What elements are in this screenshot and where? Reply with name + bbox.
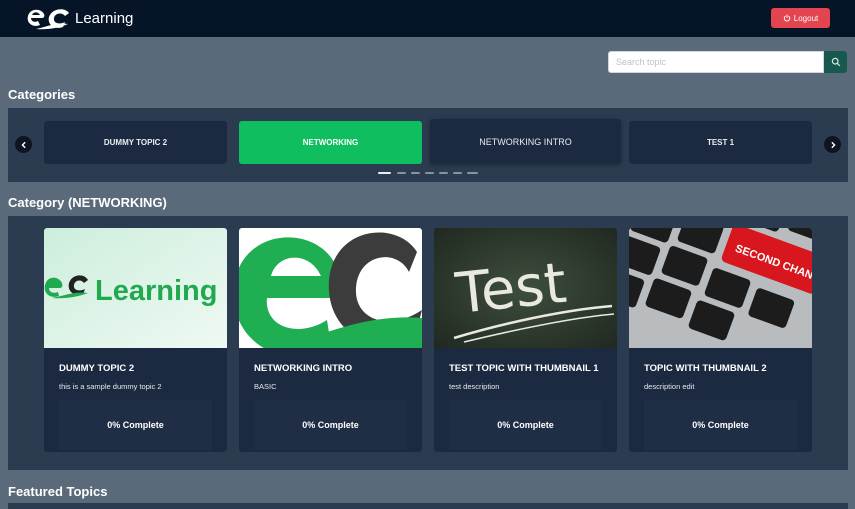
- topic-card[interactable]: Test TEST TOPIC WITH THUMBNAIL 1 test de…: [434, 228, 617, 452]
- carousel-next-button[interactable]: [824, 136, 841, 153]
- topic-title: DUMMY TOPIC 2: [59, 363, 135, 374]
- topic-card[interactable]: SECOND CHANCE TOPIC WITH THUMBNAIL 2 des…: [629, 228, 812, 452]
- carousel-dot[interactable]: [425, 172, 434, 174]
- search-input[interactable]: [608, 51, 824, 73]
- chalkboard-test-image: Test: [434, 228, 617, 348]
- category-label: TEST 1: [706, 138, 735, 147]
- brand-title: Learning: [75, 10, 134, 27]
- topic-card[interactable]: NETWORKING INTRO BASIC 0% Complete: [239, 228, 422, 452]
- category-card[interactable]: TEST 1: [629, 121, 812, 164]
- top-navbar: Learning Logout: [0, 0, 855, 37]
- topic-progress: 0% Complete: [644, 400, 797, 450]
- topic-card[interactable]: Learning DUMMY TOPIC 2 this is a sample …: [44, 228, 227, 452]
- topic-description: BASIC: [254, 382, 277, 391]
- ec-logo-icon[interactable]: [25, 6, 71, 31]
- featured-heading: Featured Topics: [8, 484, 108, 499]
- category-heading: Category (NETWORKING): [8, 195, 167, 210]
- thumbnail-text: Learning: [95, 275, 217, 307]
- search-icon: [831, 57, 840, 67]
- category-label: NETWORKING INTRO: [479, 136, 572, 147]
- carousel-dot[interactable]: [439, 172, 448, 174]
- chevron-right-icon: [830, 141, 836, 148]
- topic-description: description edit: [644, 382, 695, 391]
- topic-description: this is a sample dummy topic 2: [59, 382, 162, 391]
- category-label: NETWORKING: [302, 138, 359, 147]
- logout-button[interactable]: Logout: [771, 8, 830, 28]
- topic-progress: 0% Complete: [254, 400, 407, 450]
- carousel-prev-button[interactable]: [15, 136, 32, 153]
- topic-progress: 0% Complete: [449, 400, 602, 450]
- logout-label: Logout: [793, 13, 819, 23]
- topic-title: TEST TOPIC WITH THUMBNAIL 1: [449, 363, 599, 374]
- topic-progress: 0% Complete: [59, 400, 212, 450]
- carousel-dot[interactable]: [411, 172, 420, 174]
- ec-logo-closeup-image: [239, 228, 422, 348]
- category-card[interactable]: DUMMY TOPIC 2: [44, 121, 227, 164]
- category-card[interactable]: NETWORKING INTRO: [430, 119, 621, 164]
- carousel-dot[interactable]: [453, 172, 462, 174]
- chevron-left-icon: [20, 141, 26, 148]
- second-chance-keyboard-image: SECOND CHANCE: [629, 228, 812, 348]
- carousel-dot[interactable]: [467, 172, 478, 174]
- category-label: DUMMY TOPIC 2: [103, 138, 168, 147]
- ec-learning-logo-image: Learning: [44, 228, 227, 348]
- topic-title: TOPIC WITH THUMBNAIL 2: [644, 363, 767, 374]
- categories-heading: Categories: [8, 87, 76, 102]
- category-card-active[interactable]: NETWORKING: [239, 121, 422, 164]
- carousel-dot[interactable]: [397, 172, 406, 174]
- topic-title: NETWORKING INTRO: [254, 363, 353, 374]
- featured-panel: [8, 503, 848, 509]
- carousel-dot-active[interactable]: [378, 172, 391, 174]
- topic-description: test description: [449, 382, 500, 391]
- logout-icon: [783, 14, 790, 22]
- search-button[interactable]: [824, 51, 847, 73]
